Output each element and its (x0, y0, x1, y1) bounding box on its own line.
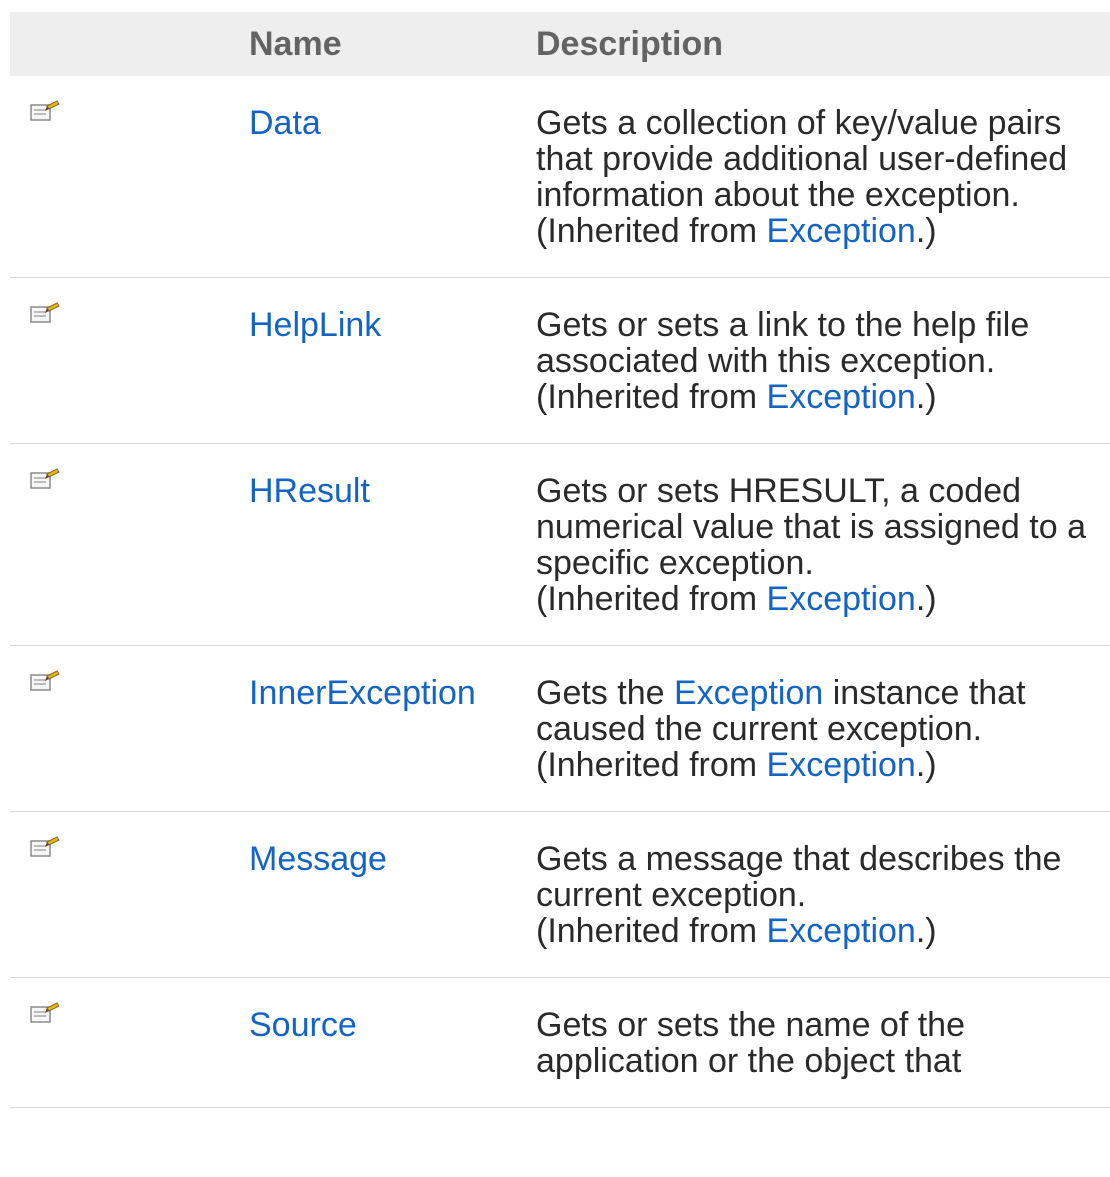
table-row: HelpLink Gets or sets a link to the help… (10, 277, 1110, 444)
name-cell: Data (249, 76, 536, 278)
name-cell: InnerException (249, 645, 536, 812)
property-icon (30, 100, 60, 121)
description-cell: Gets or sets a link to the help file ass… (536, 277, 1110, 444)
exception-link[interactable]: Exception (767, 746, 916, 784)
table-row: Data Gets a collection of key/value pair… (10, 76, 1110, 278)
icon-cell (10, 977, 249, 1108)
description-text: Gets or sets a link to the help file ass… (536, 306, 1030, 380)
exception-link[interactable]: Exception (674, 674, 823, 712)
table-row: Source Gets or sets the name of the appl… (10, 977, 1110, 1108)
exception-link[interactable]: Exception (767, 378, 916, 416)
inherited-note: (Inherited from Exception.) (536, 912, 937, 950)
member-link-hresult[interactable]: HResult (249, 472, 370, 510)
name-column-header[interactable]: Name (249, 12, 536, 76)
description-column-header[interactable]: Description (536, 12, 1110, 76)
description-cell: Gets the Exception instance that caused … (536, 645, 1110, 812)
icon-cell (10, 76, 249, 278)
description-cell: Gets a collection of key/value pairs tha… (536, 76, 1110, 278)
icon-cell (10, 811, 249, 978)
property-icon (30, 468, 60, 489)
description-text: Gets or sets the name of the application… (536, 1006, 966, 1080)
exception-link[interactable]: Exception (767, 212, 916, 250)
member-link-source[interactable]: Source (249, 1006, 357, 1044)
table-header-row: Name Description (10, 12, 1110, 76)
description-text: Gets a message that describes the curren… (536, 840, 1062, 914)
name-cell: Source (249, 977, 536, 1108)
member-link-innerexception[interactable]: InnerException (249, 674, 476, 712)
exception-link[interactable]: Exception (767, 912, 916, 950)
icon-column-header (10, 12, 249, 76)
table-row: InnerException Gets the Exception instan… (10, 645, 1110, 812)
exception-link[interactable]: Exception (767, 580, 916, 618)
description-text: Gets or sets HRESULT, a coded numerical … (536, 472, 1086, 582)
table-row: HResult Gets or sets HRESULT, a coded nu… (10, 443, 1110, 646)
property-icon (30, 302, 60, 323)
property-icon (30, 670, 60, 691)
member-link-data[interactable]: Data (249, 104, 321, 142)
name-cell: Message (249, 811, 536, 978)
table-row: Message Gets a message that describes th… (10, 811, 1110, 978)
icon-cell (10, 645, 249, 812)
inherited-note: (Inherited from Exception.) (536, 212, 937, 250)
member-link-message[interactable]: Message (249, 840, 387, 878)
member-link-helplink[interactable]: HelpLink (249, 306, 381, 344)
icon-cell (10, 277, 249, 444)
inherited-note: (Inherited from Exception.) (536, 378, 937, 416)
description-text: Gets the Exception instance that caused … (536, 674, 1026, 748)
members-table: Name Description Data Gets a collection … (10, 12, 1110, 1108)
inherited-note: (Inherited from Exception.) (536, 580, 937, 618)
description-cell: Gets a message that describes the curren… (536, 811, 1110, 978)
name-cell: HelpLink (249, 277, 536, 444)
inherited-note: (Inherited from Exception.) (536, 746, 937, 784)
name-cell: HResult (249, 443, 536, 646)
description-cell: Gets or sets HRESULT, a coded numerical … (536, 443, 1110, 646)
description-text: Gets a collection of key/value pairs tha… (536, 104, 1068, 214)
icon-cell (10, 443, 249, 646)
property-icon (30, 836, 60, 857)
property-icon (30, 1002, 60, 1023)
description-cell: Gets or sets the name of the application… (536, 977, 1110, 1108)
